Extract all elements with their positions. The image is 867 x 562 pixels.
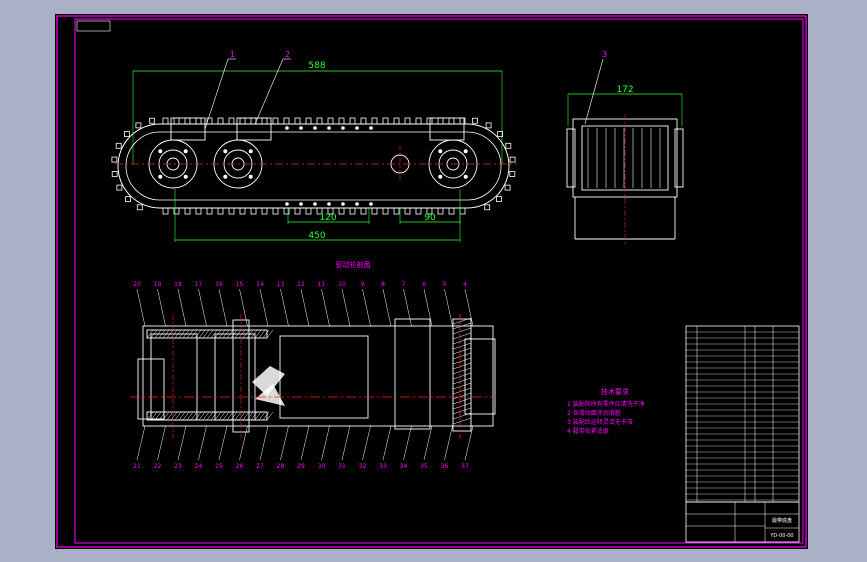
callout-3: 3 — [602, 50, 607, 59]
side-view: 172 3 — [566, 50, 684, 244]
section-callout-top: 20 — [133, 281, 141, 288]
title-block: 履带底盘 YD-00-00 — [685, 501, 800, 543]
dim-450: 450 — [308, 231, 325, 241]
section-callout-top: 19 — [154, 281, 162, 288]
section-callout-top: 8 — [381, 281, 385, 288]
section-callout-bottom: 29 — [297, 463, 305, 470]
technical-notes: 技术要求 1 装配前所有零件应清洗干净 2 各滑动面涂润滑脂 3 装配后运转灵活… — [567, 387, 645, 435]
dim-172: 172 — [616, 85, 633, 95]
section-callout-bottom: 24 — [195, 463, 203, 470]
section-callout-top: 13 — [277, 281, 285, 288]
section-callout-bottom: 34 — [400, 463, 408, 470]
dim-120: 120 — [319, 213, 336, 223]
callout-2: 2 — [285, 50, 290, 59]
section-callout-top: 16 — [215, 281, 223, 288]
section-callout-bottom: 27 — [256, 463, 264, 470]
drawing-sheet: 588 1 2 120 90 450 172 3 驱动轮剖面 20 19 18 … — [55, 14, 808, 549]
section-callout-bottom: 31 — [338, 463, 346, 470]
dim-588: 588 — [308, 61, 325, 71]
inner-frame — [74, 18, 804, 544]
callout-1: 1 — [230, 50, 235, 59]
drawing-code: YD-00-00 — [769, 533, 793, 539]
section-callout-top: 9 — [361, 281, 365, 288]
section-callout-bottom: 30 — [318, 463, 326, 470]
section-callout-top: 18 — [174, 281, 182, 288]
outer-frame — [56, 15, 807, 548]
top-view: 588 1 2 120 90 450 — [111, 50, 517, 242]
note-line-2: 2 各滑动面涂润滑脂 — [567, 409, 621, 417]
section-callout-bottom: 35 — [420, 463, 428, 470]
section-callout-top: 17 — [195, 281, 203, 288]
section-callout-top: 12 — [297, 281, 305, 288]
section-callout-bottom: 21 — [133, 463, 141, 470]
note-line-1: 1 装配前所有零件应清洗干净 — [567, 400, 645, 408]
section-callout-top: 5 — [443, 281, 447, 288]
section-callout-bottom: 32 — [359, 463, 367, 470]
parts-list — [685, 325, 800, 503]
section-callout-top: 15 — [236, 281, 244, 288]
code-box — [76, 20, 111, 32]
drawing-name: 履带底盘 — [772, 517, 792, 524]
note-line-4: 4 履带张紧适度 — [567, 427, 609, 435]
cad-drawing: 588 1 2 120 90 450 172 3 驱动轮剖面 20 19 18 … — [56, 15, 807, 548]
section-callout-top: 7 — [402, 281, 406, 288]
notes-title: 技术要求 — [601, 387, 629, 396]
section-callout-top: 14 — [256, 281, 264, 288]
section-callout-bottom: 22 — [154, 463, 162, 470]
section-callout-top: 4 — [463, 281, 467, 288]
section-title: 驱动轮剖面 — [336, 260, 371, 269]
section-callout-bottom: 33 — [379, 463, 387, 470]
section-callout-top: 6 — [422, 281, 426, 288]
section-callout-top: 10 — [338, 281, 346, 288]
section-callout-bottom: 25 — [215, 463, 223, 470]
section-callout-top: 11 — [318, 281, 326, 288]
note-line-3: 3 装配后运转灵活无卡滞 — [567, 418, 633, 426]
section-view: 驱动轮剖面 20 19 18 17 16 15 14 13 12 11 10 9 8 7 6 5 4 21 22 2… — [130, 260, 496, 470]
section-callout-bottom: 23 — [174, 463, 182, 470]
section-callout-bottom: 36 — [441, 463, 449, 470]
section-callout-bottom: 28 — [277, 463, 285, 470]
section-callout-bottom: 37 — [461, 463, 469, 470]
section-callout-bottom: 26 — [236, 463, 244, 470]
dim-90: 90 — [424, 213, 436, 223]
